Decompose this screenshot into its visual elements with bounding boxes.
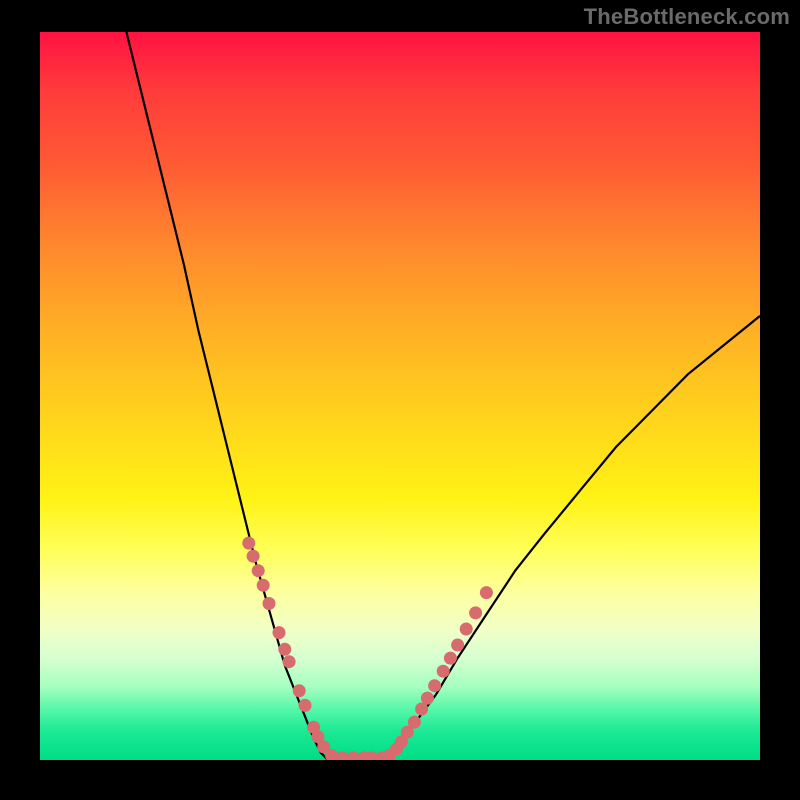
data-dot: [469, 606, 482, 619]
data-dot: [263, 597, 276, 610]
data-dot: [437, 665, 450, 678]
data-dot: [283, 655, 296, 668]
data-dot: [293, 684, 306, 697]
data-dot: [273, 626, 286, 639]
data-dot: [242, 537, 255, 550]
data-dot: [252, 564, 265, 577]
data-dot: [247, 550, 260, 563]
dots-left-group: [242, 537, 377, 760]
chart-frame: TheBottleneck.com: [0, 0, 800, 800]
data-dot: [460, 623, 473, 636]
curve-svg: [40, 32, 760, 760]
watermark-text: TheBottleneck.com: [584, 4, 790, 30]
data-dot: [451, 639, 464, 652]
data-dot: [428, 679, 441, 692]
bottleneck-curve: [126, 32, 760, 760]
data-dot: [480, 586, 493, 599]
data-dot: [421, 692, 434, 705]
data-dot: [257, 579, 270, 592]
dots-right-group: [376, 586, 493, 760]
data-dot: [278, 643, 291, 656]
plot-area: [40, 32, 760, 760]
data-dot: [299, 699, 312, 712]
data-dot: [408, 716, 421, 729]
data-dot: [444, 652, 457, 665]
